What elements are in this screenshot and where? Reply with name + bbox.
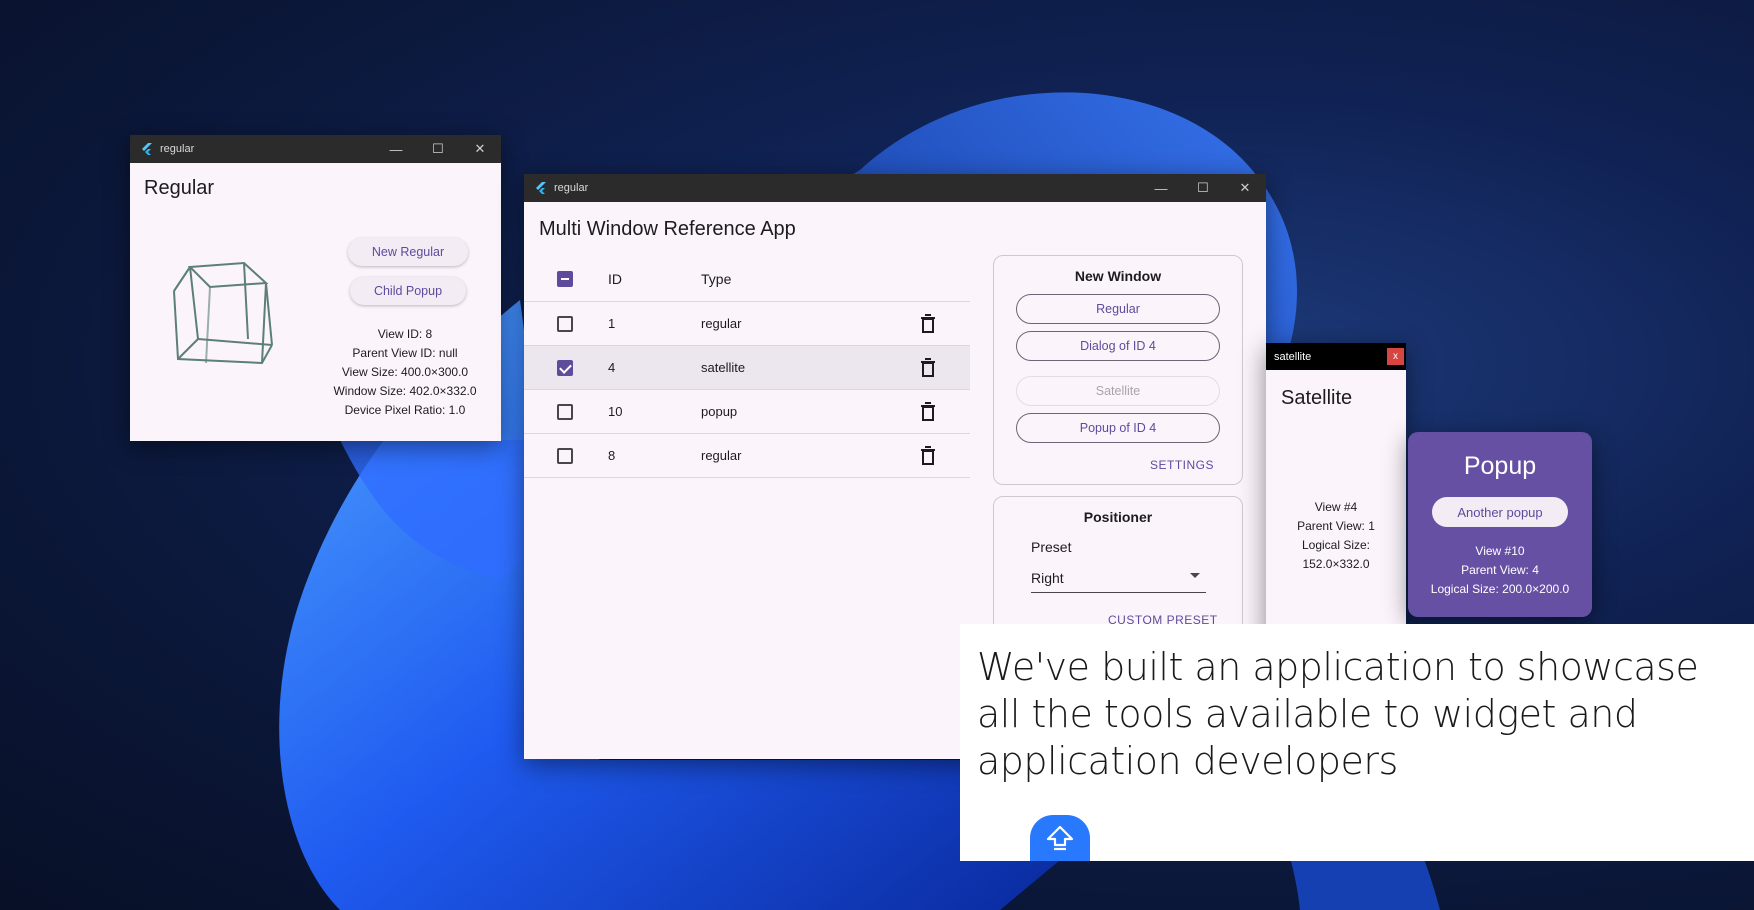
close-icon[interactable]: x: [1387, 348, 1404, 365]
view-id: View ID: 8: [377, 327, 433, 341]
minimize-icon[interactable]: —: [375, 135, 417, 163]
row-type: popup: [701, 404, 738, 419]
positioner-title: Positioner: [1083, 509, 1153, 525]
table-row[interactable]: 10 popup: [524, 390, 970, 434]
logical-size: Logical Size: 200.0×200.0: [1430, 582, 1570, 596]
column-header-id: ID: [608, 271, 622, 287]
column-header-type: Type: [701, 271, 732, 287]
minimize-icon[interactable]: —: [1140, 174, 1182, 202]
view-info: View ID: 8 Parent View ID: null View Siz…: [320, 325, 490, 420]
row-id: 8: [608, 448, 616, 463]
caption-panel: We've built an application to showcase a…: [960, 624, 1754, 861]
another-popup-button[interactable]: Another popup: [1432, 497, 1568, 527]
caption-text: We've built an application to showcase a…: [977, 645, 1699, 783]
table-row[interactable]: 4 satellite: [524, 346, 970, 390]
preset-dropdown[interactable]: Right: [1031, 561, 1206, 593]
device-pixel-ratio: Device Pixel Ratio: 1.0: [344, 403, 466, 417]
view-number: View #4: [1314, 500, 1358, 514]
row-type: regular: [701, 448, 742, 463]
row-type: satellite: [701, 360, 746, 375]
regular-window[interactable]: regular — ☐ ✕ Regular New Regular Child …: [130, 135, 501, 441]
select-all-checkbox[interactable]: [557, 271, 573, 287]
table-row[interactable]: 8 regular: [524, 434, 970, 478]
new-window-card: New Window Regular Dialog of ID 4 Satell…: [993, 255, 1243, 485]
row-checkbox[interactable]: [557, 360, 573, 376]
page-title: Satellite: [1281, 387, 1353, 409]
main-window-titlebar[interactable]: regular — ☐ ✕: [524, 174, 1266, 202]
close-icon[interactable]: ✕: [1224, 174, 1266, 202]
satellite-window-titlebar[interactable]: satellite x: [1266, 343, 1406, 370]
logical-size-label: Logical Size:: [1301, 538, 1371, 552]
fab-button[interactable]: [1030, 815, 1090, 861]
trash-icon[interactable]: [919, 402, 937, 422]
window-size: Window Size: 402.0×332.0: [333, 384, 477, 398]
row-type: regular: [701, 316, 742, 331]
satellite-button[interactable]: Satellite: [1016, 376, 1220, 406]
maximize-icon[interactable]: ☐: [417, 135, 459, 163]
window-title: regular: [554, 182, 589, 194]
view-info: View #4 Parent View: 1 Logical Size: 152…: [1266, 498, 1406, 574]
maximize-icon[interactable]: ☐: [1182, 174, 1224, 202]
app-title: Multi Window Reference App: [539, 218, 796, 240]
logical-size-value: 152.0×332.0: [1302, 557, 1370, 571]
cube-drawing: [173, 261, 273, 365]
parent-view-id: Parent View ID: null: [352, 346, 458, 360]
page-title: Popup: [1463, 452, 1537, 480]
row-id: 1: [608, 316, 616, 331]
close-icon[interactable]: ✕: [459, 135, 501, 163]
trash-icon[interactable]: [919, 446, 937, 466]
table-header: ID Type: [524, 256, 970, 302]
parent-view: Parent View: 4: [1461, 563, 1539, 577]
upload-arrow-icon: [1046, 825, 1074, 851]
popup-window[interactable]: Popup Another popup View #10 Parent View…: [1408, 432, 1592, 617]
windows-table: ID Type 1 regular 4 satellite 10 popup 8…: [524, 256, 970, 478]
trash-icon[interactable]: [919, 358, 937, 378]
settings-button[interactable]: SETTINGS: [1150, 458, 1214, 472]
caret-down-icon: [1190, 573, 1200, 578]
parent-view: Parent View: 1: [1297, 519, 1375, 533]
preset-value: Right: [1031, 570, 1064, 586]
window-title: regular: [160, 143, 195, 155]
window-title: satellite: [1274, 350, 1312, 363]
page-title: Regular: [144, 177, 215, 199]
dialog-button[interactable]: Dialog of ID 4: [1016, 331, 1220, 361]
row-checkbox[interactable]: [557, 448, 573, 464]
regular-button[interactable]: Regular: [1016, 294, 1220, 324]
new-regular-button[interactable]: New Regular: [348, 238, 468, 266]
popup-button[interactable]: Popup of ID 4: [1016, 413, 1220, 443]
table-row[interactable]: 1 regular: [524, 302, 970, 346]
child-popup-button[interactable]: Child Popup: [350, 277, 466, 305]
new-window-title: New Window: [1074, 268, 1162, 284]
view-size: View Size: 400.0×300.0: [341, 365, 469, 379]
regular-window-titlebar[interactable]: regular — ☐ ✕: [130, 135, 501, 163]
view-number: View #10: [1475, 544, 1525, 558]
flutter-logo-icon: [536, 182, 546, 194]
row-checkbox[interactable]: [557, 316, 573, 332]
flutter-logo-icon: [142, 143, 152, 155]
view-info: View #10 Parent View: 4 Logical Size: 20…: [1408, 542, 1592, 599]
row-id: 10: [608, 404, 623, 419]
trash-icon[interactable]: [919, 314, 937, 334]
row-id: 4: [608, 360, 616, 375]
row-checkbox[interactable]: [557, 404, 573, 420]
preset-label: Preset: [1031, 539, 1072, 555]
satellite-window[interactable]: satellite x Satellite View #4 Parent Vie…: [1266, 343, 1406, 643]
